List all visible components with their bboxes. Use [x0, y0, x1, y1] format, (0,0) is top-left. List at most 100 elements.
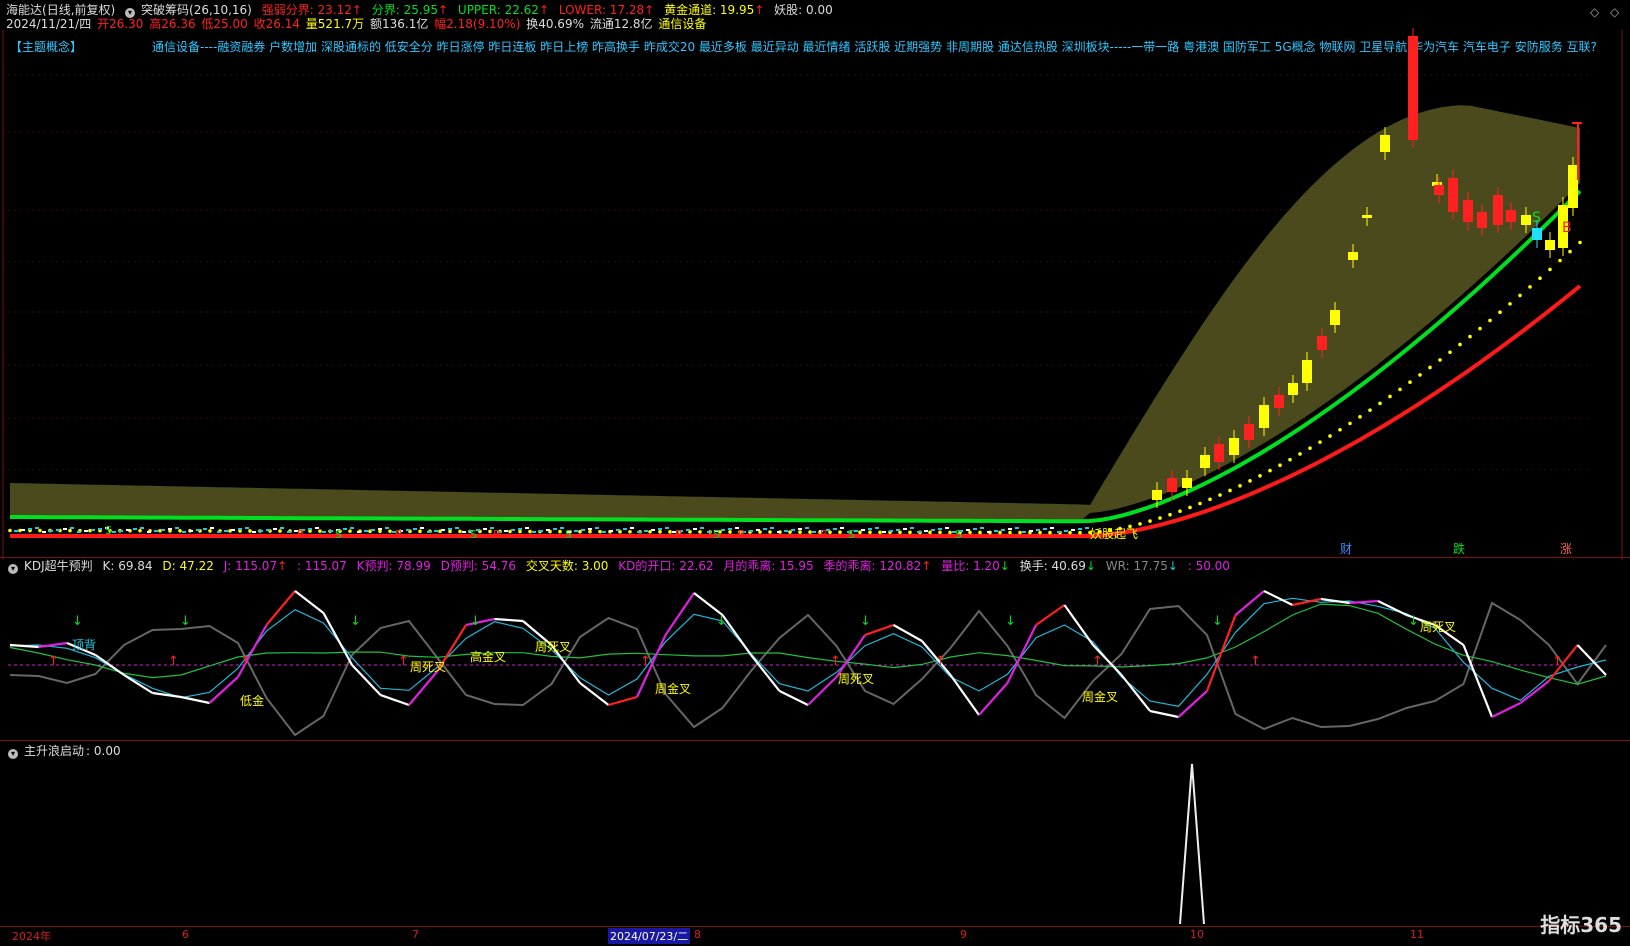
- flat-mark: [931, 529, 935, 531]
- yellow-dot: [1408, 380, 1412, 385]
- xaxis-border: [0, 926, 1630, 927]
- yellow-dot: [978, 530, 982, 535]
- candle-body: [1463, 200, 1473, 222]
- yellow-dot: [838, 530, 842, 534]
- bottom-title[interactable]: 主升浪启动: [24, 744, 84, 758]
- flat-mark: [581, 529, 585, 531]
- yellow-dot: [1018, 530, 1022, 535]
- flat-mark: [280, 527, 284, 529]
- candle-body: [1348, 252, 1358, 260]
- up-arrow-icon: ↑: [830, 654, 841, 669]
- flat-mark: [378, 528, 382, 530]
- flat-mark: [525, 527, 529, 529]
- cai-badge[interactable]: 财: [1340, 542, 1352, 556]
- yellow-dot: [1318, 440, 1322, 444]
- flat-mark: [1064, 530, 1068, 532]
- j-segment: [779, 690, 809, 706]
- bottom-value: : 0.00: [86, 744, 121, 758]
- xaxis-month: 8: [694, 928, 701, 941]
- yellow-dot: [1508, 302, 1512, 306]
- yellow-dot: [1228, 488, 1232, 493]
- s-marker: S: [565, 528, 572, 541]
- flat-mark: [91, 529, 95, 531]
- flat-mark: [420, 527, 424, 529]
- yellow-dot: [1078, 530, 1082, 535]
- flat-mark: [833, 528, 837, 530]
- yellow-dot: [1498, 310, 1502, 315]
- down-arrow-icon: ↓: [1085, 559, 1096, 573]
- j-segment: [1120, 674, 1151, 712]
- kdj-title[interactable]: KDJ超牛预判: [24, 559, 93, 573]
- flat-mark: [196, 529, 200, 531]
- flat-mark: [917, 531, 921, 533]
- j-segment: [380, 693, 410, 707]
- candle-body: [1330, 310, 1340, 325]
- flat-mark: [987, 531, 991, 533]
- yellow-dot: [1348, 421, 1352, 426]
- xaxis-month: 6: [182, 928, 189, 941]
- j-segment: [1177, 690, 1208, 718]
- j-segment: [351, 664, 382, 696]
- yellow-dot: [1358, 415, 1362, 419]
- down-arrow-icon: ↓: [470, 614, 481, 629]
- s-marker: S: [848, 528, 855, 541]
- yellow-dot: [8, 528, 12, 533]
- yellow-dot: [1418, 373, 1422, 377]
- yellow-dot: [898, 530, 902, 535]
- candle-body: [1477, 212, 1487, 228]
- down-arrow-icon: ↓: [350, 614, 361, 629]
- flat-mark: [1043, 528, 1047, 530]
- flat-mark: [371, 529, 375, 531]
- up-arrow-icon: ↑: [1250, 654, 1261, 669]
- flat-mark: [182, 531, 186, 533]
- yellow-dot: [1388, 394, 1392, 399]
- flat-mark: [721, 529, 725, 531]
- candle-body: [1545, 240, 1555, 250]
- flat-mark: [980, 527, 984, 529]
- yellow-dot: [1298, 452, 1302, 456]
- yellow-dot: [348, 529, 352, 533]
- settings-icon[interactable]: ▾: [8, 564, 18, 574]
- flat-mark: [203, 528, 207, 530]
- yellow-dot: [1578, 240, 1582, 245]
- flat-mark: [616, 529, 620, 531]
- week-dead-label: 周死叉: [838, 672, 874, 686]
- kdj-turnover: 换手: 40.69: [1019, 559, 1086, 573]
- yellow-dot: [1158, 516, 1162, 520]
- kdj-d: D: 47.22: [162, 559, 214, 573]
- j-segment: [294, 590, 325, 614]
- s-marker: S: [955, 528, 962, 541]
- j-segment: [123, 674, 154, 694]
- yellow-dot: [1068, 530, 1072, 535]
- flat-mark: [42, 531, 46, 533]
- candle-body: [1152, 490, 1162, 500]
- down-arrow-icon: ↓: [180, 614, 191, 629]
- down-arrow-icon: ↓: [1408, 614, 1419, 629]
- kdj-kpred: K预判: 78.99: [356, 559, 431, 573]
- zhang-badge[interactable]: 涨: [1560, 541, 1572, 556]
- panel-separator: [0, 740, 1630, 741]
- flat-mark: [896, 529, 900, 531]
- s-marker: S: [105, 524, 112, 537]
- flat-mark: [875, 527, 879, 529]
- bottom-chart[interactable]: [0, 758, 1630, 928]
- flat-mark: [448, 528, 452, 530]
- flat-mark: [644, 530, 648, 532]
- candle-body: [1532, 228, 1542, 240]
- up-arrow-icon: ↑: [640, 654, 651, 669]
- flat-mark: [637, 531, 641, 533]
- s-marker: S: [470, 528, 477, 541]
- flat-mark: [539, 530, 543, 532]
- flat-mark: [287, 531, 291, 533]
- yellow-dot: [798, 530, 802, 534]
- flat-mark: [427, 531, 431, 533]
- die-badge[interactable]: 跌: [1453, 541, 1465, 556]
- yellow-dot: [1368, 408, 1372, 412]
- xaxis-cursor-date[interactable]: 2024/07/23/二: [608, 928, 691, 944]
- candle-body: [1274, 395, 1284, 408]
- j-segment: [1234, 590, 1265, 616]
- kdj-dpred: D预判: 54.76: [440, 559, 517, 573]
- kdj-chart[interactable]: 顶背 低金 周死叉 高金叉 周死叉 周金叉 周死叉 周金叉 周死叉 ↑ ↓ ↑ ↓ ↑ ↓…: [0, 575, 1630, 740]
- yellow-dot: [178, 529, 182, 533]
- flat-mark: [455, 527, 459, 529]
